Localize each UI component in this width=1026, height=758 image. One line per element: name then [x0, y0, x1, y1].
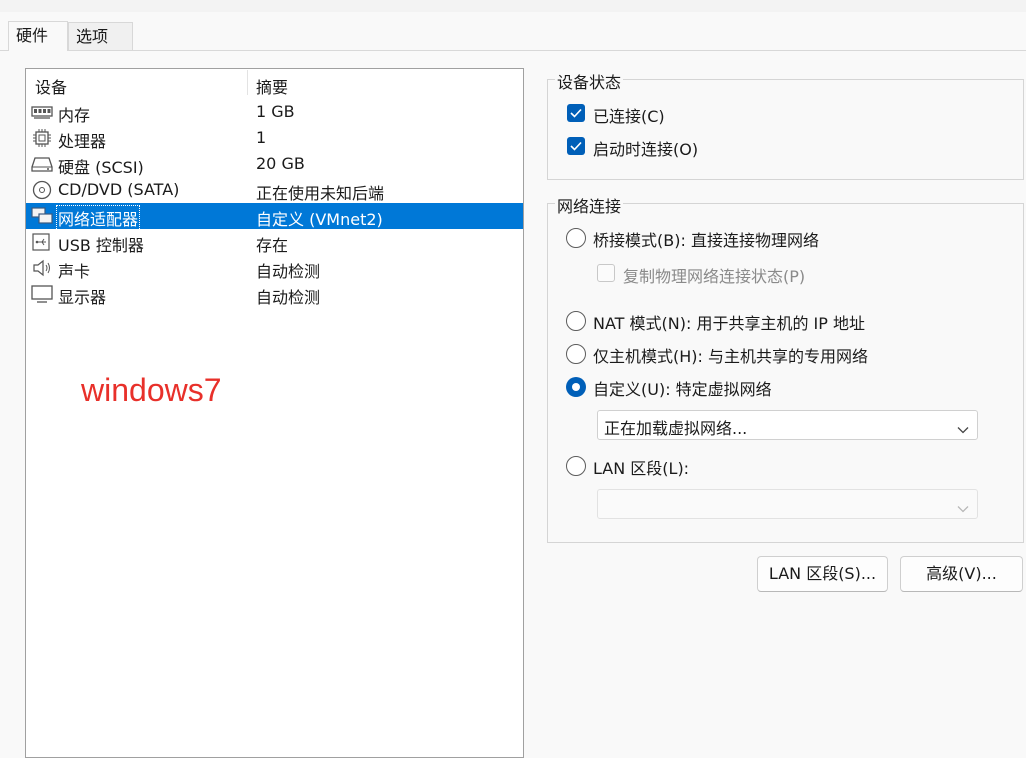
tab-divider	[0, 50, 1026, 51]
host-only-label[interactable]: 仅主机模式(H): 与主机共享的专用网络	[593, 343, 868, 367]
hard-disk-icon	[31, 154, 53, 174]
processor-icon	[31, 128, 53, 148]
column-separator[interactable]	[247, 70, 248, 95]
device-list[interactable]: 设备 摘要 内存 1 GB 处理器 1 硬盘 (SCSI) 20 GB CD/D…	[25, 68, 524, 758]
device-list-header: 设备 摘要	[26, 69, 523, 98]
device-summary: 自定义 (VMnet2)	[256, 210, 383, 229]
connected-checkbox[interactable]	[567, 104, 585, 122]
device-summary: 正在使用未知后端	[256, 184, 385, 203]
replicate-state-label[interactable]: 复制物理网络连接状态(P)	[623, 263, 805, 287]
device-summary: 20 GB	[256, 154, 305, 173]
device-row-hard-disk[interactable]: 硬盘 (SCSI) 20 GB	[26, 151, 523, 177]
nat-label[interactable]: NAT 模式(N): 用于共享主机的 IP 地址	[593, 310, 865, 334]
bridged-radio[interactable]	[566, 228, 586, 248]
device-name: 处理器	[58, 132, 107, 151]
device-name: 内存	[58, 106, 91, 125]
device-row-sound-card[interactable]: 声卡 自动检测	[26, 255, 523, 281]
device-name: 显示器	[58, 288, 107, 307]
network-connection-title: 网络连接	[555, 193, 624, 217]
lan-segment-label[interactable]: LAN 区段(L):	[593, 455, 689, 479]
overlay-text: windows7	[81, 372, 222, 408]
custom-label[interactable]: 自定义(U): 特定虚拟网络	[593, 376, 772, 400]
usb-icon	[31, 232, 53, 252]
lan-segment-radio[interactable]	[566, 456, 586, 476]
memory-icon	[31, 102, 53, 122]
connect-at-power-on-label[interactable]: 启动时连接(O)	[593, 136, 698, 160]
device-row-usb-controller[interactable]: USB 控制器 存在	[26, 229, 523, 255]
network-adapter-icon	[31, 206, 53, 226]
connected-label[interactable]: 已连接(C)	[593, 103, 665, 127]
chevron-down-icon	[957, 498, 969, 517]
custom-network-select[interactable]: 正在加载虚拟网络...	[597, 410, 978, 440]
speaker-icon	[31, 258, 53, 278]
device-row-display[interactable]: 显示器 自动检测	[26, 281, 523, 307]
device-row-processor[interactable]: 处理器 1	[26, 125, 523, 151]
device-name: 声卡	[58, 262, 91, 281]
connect-at-power-on-checkbox[interactable]	[567, 137, 585, 155]
nat-radio[interactable]	[566, 311, 586, 331]
device-row-cd-dvd[interactable]: CD/DVD (SATA) 正在使用未知后端	[26, 177, 523, 203]
device-summary: 1 GB	[256, 102, 295, 121]
device-status-group: 设备状态	[547, 69, 1024, 180]
cd-dvd-icon	[31, 180, 53, 200]
replicate-state-checkbox[interactable]	[597, 264, 615, 282]
tab-hardware[interactable]: 硬件	[8, 21, 68, 51]
host-only-radio[interactable]	[566, 344, 586, 364]
column-header-summary[interactable]: 摘要	[256, 74, 288, 98]
title-strip	[0, 0, 1026, 12]
chevron-down-icon	[957, 419, 969, 438]
device-name: CD/DVD (SATA)	[58, 180, 180, 199]
bridged-label[interactable]: 桥接模式(B): 直接连接物理网络	[593, 227, 819, 251]
device-status-title: 设备状态	[555, 69, 624, 93]
advanced-button[interactable]: 高级(V)...	[900, 556, 1023, 592]
device-summary: 1	[256, 128, 267, 147]
device-row-memory[interactable]: 内存 1 GB	[26, 99, 523, 125]
tab-options[interactable]: 选项	[68, 22, 133, 50]
device-name: 网络适配器	[55, 205, 141, 231]
device-name: USB 控制器	[58, 236, 144, 255]
custom-radio[interactable]	[566, 377, 586, 397]
device-summary: 自动检测	[256, 288, 321, 307]
column-header-device[interactable]: 设备	[35, 74, 67, 98]
lan-segment-select[interactable]	[597, 489, 978, 519]
device-summary: 存在	[256, 236, 289, 255]
display-icon	[31, 284, 53, 304]
custom-network-value: 正在加载虚拟网络...	[604, 419, 748, 438]
lan-segments-button[interactable]: LAN 区段(S)...	[757, 556, 888, 592]
device-summary: 自动检测	[256, 262, 321, 281]
device-name: 硬盘 (SCSI)	[58, 158, 144, 177]
device-row-network-adapter[interactable]: 网络适配器 自定义 (VMnet2)	[26, 203, 523, 231]
